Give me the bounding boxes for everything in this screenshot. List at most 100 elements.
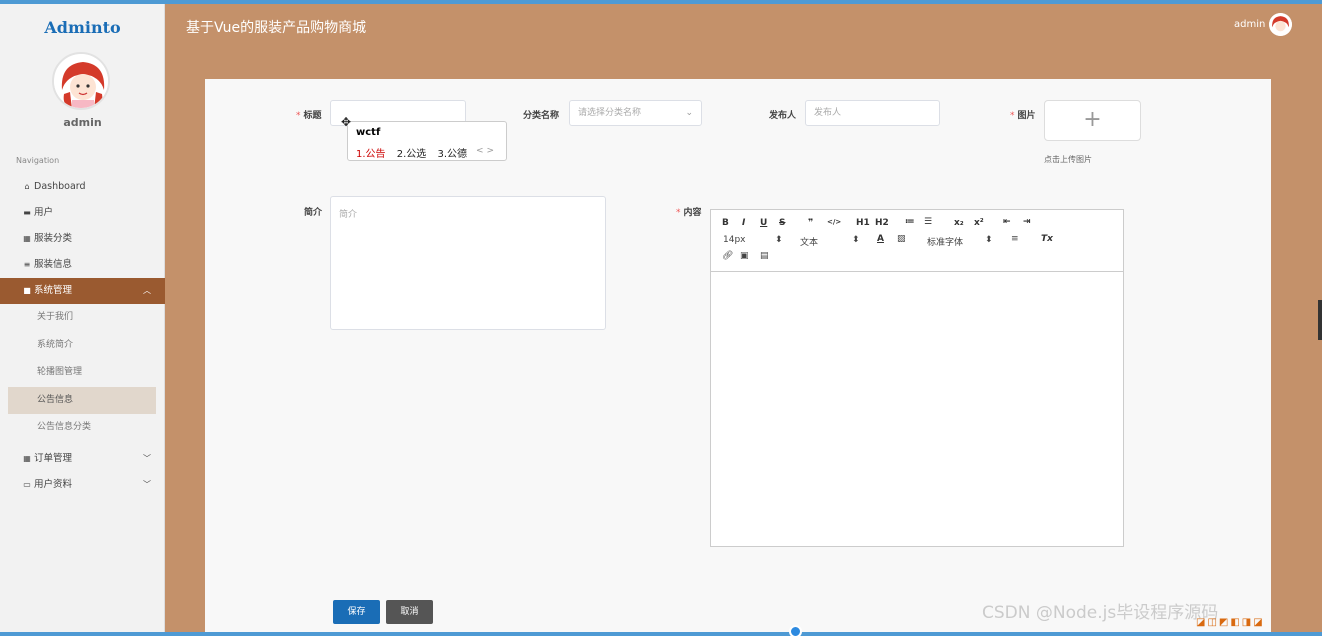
h2-button[interactable]: H2 [875, 218, 889, 228]
h1-button[interactable]: H1 [856, 218, 870, 228]
sidebar-item-label: 服装信息 [34, 259, 73, 270]
video-icon: ■ [23, 286, 31, 295]
bullet-list-button[interactable]: ☰ [924, 217, 932, 227]
font-family-select[interactable]: 标准字体 [927, 235, 963, 248]
underline-button[interactable]: U [760, 218, 767, 228]
list-icon: ≡ [23, 260, 31, 269]
move-cursor-icon: ✥ [341, 115, 352, 129]
intro-textarea[interactable]: 简介 [330, 196, 606, 330]
recording-indicator-icon[interactable] [789, 625, 802, 636]
background-color-icon[interactable]: ▨ [897, 234, 906, 244]
ordered-list-button[interactable]: ≔ [905, 217, 915, 227]
bold-button[interactable]: B [722, 218, 729, 228]
sidebar-item-label: 系统管理 [34, 285, 73, 296]
sidebar-item-dashboard[interactable]: ⌂ Dashboard [0, 174, 165, 200]
sidebar-subitem-about[interactable]: 关于我们 [0, 304, 165, 332]
app-logo[interactable]: Adminto [0, 18, 165, 37]
sidebar-item-clothing-category[interactable]: ▦ 服装分类 [0, 226, 165, 252]
outdent-button[interactable]: ⇤ [1003, 217, 1011, 227]
id-card-icon: ▭ [23, 479, 31, 489]
ime-candidate[interactable]: 2.公选 [397, 149, 427, 160]
watermark: CSDN @Node.js毕设程序源码 [982, 603, 1219, 623]
system-tray-icons[interactable]: ◪◫◩◧◨◪ [1196, 617, 1265, 628]
chevron-down-icon: ⌄ [685, 108, 693, 118]
font-size-select[interactable]: 14px [723, 235, 746, 245]
image-upload-button[interactable]: + [1044, 100, 1141, 141]
link-icon[interactable]: 🔗︎ [722, 251, 733, 261]
chevron-down-icon: ﹀ [143, 479, 151, 489]
sidebar-subitem-announcement[interactable]: 公告信息 [8, 386, 156, 414]
ime-candidate-popup: wctf 1.公告 2.公选 3.公德 < > [347, 121, 507, 161]
text-style-select[interactable]: 文本 [800, 235, 818, 248]
video-icon[interactable]: ▤ [760, 251, 769, 261]
avatar-illustration [1269, 13, 1292, 36]
category-placeholder: 请选择分类名称 [578, 108, 642, 118]
sidebar-username: admin [63, 116, 102, 129]
image-label: * 图片 [1010, 111, 1036, 121]
home-icon: ⌂ [24, 182, 30, 191]
user-avatar[interactable] [52, 52, 110, 110]
header-username[interactable]: admin [1234, 19, 1265, 30]
user-icon: ▬ [23, 208, 31, 217]
avatar-illustration [54, 54, 108, 108]
ime-candidates: 1.公告 2.公选 3.公德 [356, 145, 475, 160]
select-arrows-icon: ⬍ [775, 235, 783, 245]
editor-content-area[interactable] [711, 272, 1123, 546]
nav-heading: Navigation [16, 156, 60, 165]
grid-icon: ▦ [23, 453, 31, 463]
publisher-label: 发布人 [769, 111, 797, 121]
title-label: * 标题 [296, 111, 322, 121]
sidebar-item-label: 订单管理 [34, 452, 73, 464]
sidebar-subitem-system-intro[interactable]: 系统简介 [0, 332, 165, 360]
ime-candidate[interactable]: 1.公告 [356, 149, 386, 160]
save-button[interactable]: 保存 [333, 600, 380, 624]
clear-format-button[interactable]: Tx [1041, 234, 1053, 244]
select-arrows-icon: ⬍ [985, 235, 993, 245]
sidebar-subitem-carousel[interactable]: 轮播图管理 [0, 359, 165, 387]
indent-button[interactable]: ⇥ [1023, 217, 1031, 227]
align-icon[interactable]: ≡ [1011, 234, 1019, 244]
editor-toolbar: B I U S ❞ </> H1 H2 ≔ ☰ x₂ x² ⇤ ⇥ 14px ⬍… [711, 210, 1123, 272]
italic-button[interactable]: I [742, 218, 745, 228]
taskbar-edge [0, 632, 1322, 636]
sidebar-item-label: Dashboard [34, 181, 86, 192]
sidebar-item-user[interactable]: ▬ 用户 [0, 200, 165, 226]
superscript-button[interactable]: x² [974, 218, 984, 228]
page-title: 基于Vue的服装产品购物商城 [186, 20, 367, 36]
sidebar-item-user-profile[interactable]: ▭ 用户资料 ﹀ [0, 472, 165, 498]
window-top-border [0, 0, 1322, 4]
sidebar-item-label: 服装分类 [34, 233, 73, 244]
ime-typed-text: wctf [356, 127, 381, 138]
intro-placeholder: 简介 [339, 210, 358, 220]
intro-label: 简介 [304, 208, 323, 218]
rich-text-editor: B I U S ❞ </> H1 H2 ≔ ☰ x₂ x² ⇤ ⇥ 14px ⬍… [710, 209, 1124, 547]
code-block-button[interactable]: </> [827, 218, 841, 226]
upload-hint: 点击上传图片 [1044, 155, 1092, 164]
cancel-button[interactable]: 取消 [386, 600, 433, 624]
grid-icon: ▦ [23, 234, 31, 243]
publisher-input[interactable]: 发布人 [805, 100, 940, 126]
category-select[interactable]: 请选择分类名称 ⌄ [569, 100, 702, 126]
category-label: 分类名称 [523, 111, 560, 121]
sidebar-item-orders[interactable]: ▦ 订单管理 ﹀ [0, 446, 165, 472]
sidebar-item-label: 用户 [34, 207, 54, 218]
sidebar-item-label: 用户资料 [34, 478, 73, 490]
sidebar: Adminto admin Navigation ⌂ Dashboard ▬ 用户 … [0, 4, 165, 632]
sidebar-item-clothing-info[interactable]: ≡ 服装信息 [0, 252, 165, 278]
sidebar-subitem-announcement-category[interactable]: 公告信息分类 [0, 414, 165, 442]
select-arrows-icon: ⬍ [852, 235, 860, 245]
scrollbar-thumb[interactable] [1318, 300, 1322, 340]
chevron-up-icon: ︿ [143, 286, 151, 295]
image-icon[interactable]: ▣ [740, 251, 749, 261]
strike-button[interactable]: S [779, 218, 785, 228]
chevron-down-icon: ﹀ [143, 453, 151, 463]
blockquote-button[interactable]: ❞ [808, 218, 813, 228]
ime-candidate[interactable]: 3.公德 [437, 149, 467, 160]
publisher-placeholder: 发布人 [814, 108, 842, 118]
ime-page-arrows[interactable]: < > [476, 146, 494, 156]
sidebar-nav: ⌂ Dashboard ▬ 用户 ▦ 服装分类 ≡ 服装信息 ■ 系统管理 ︿ 关于我们 系… [0, 174, 165, 498]
sidebar-item-system-management[interactable]: ■ 系统管理 ︿ [0, 278, 165, 304]
font-color-icon[interactable]: A [877, 234, 884, 244]
subscript-button[interactable]: x₂ [954, 218, 964, 228]
header-avatar[interactable] [1269, 13, 1292, 36]
